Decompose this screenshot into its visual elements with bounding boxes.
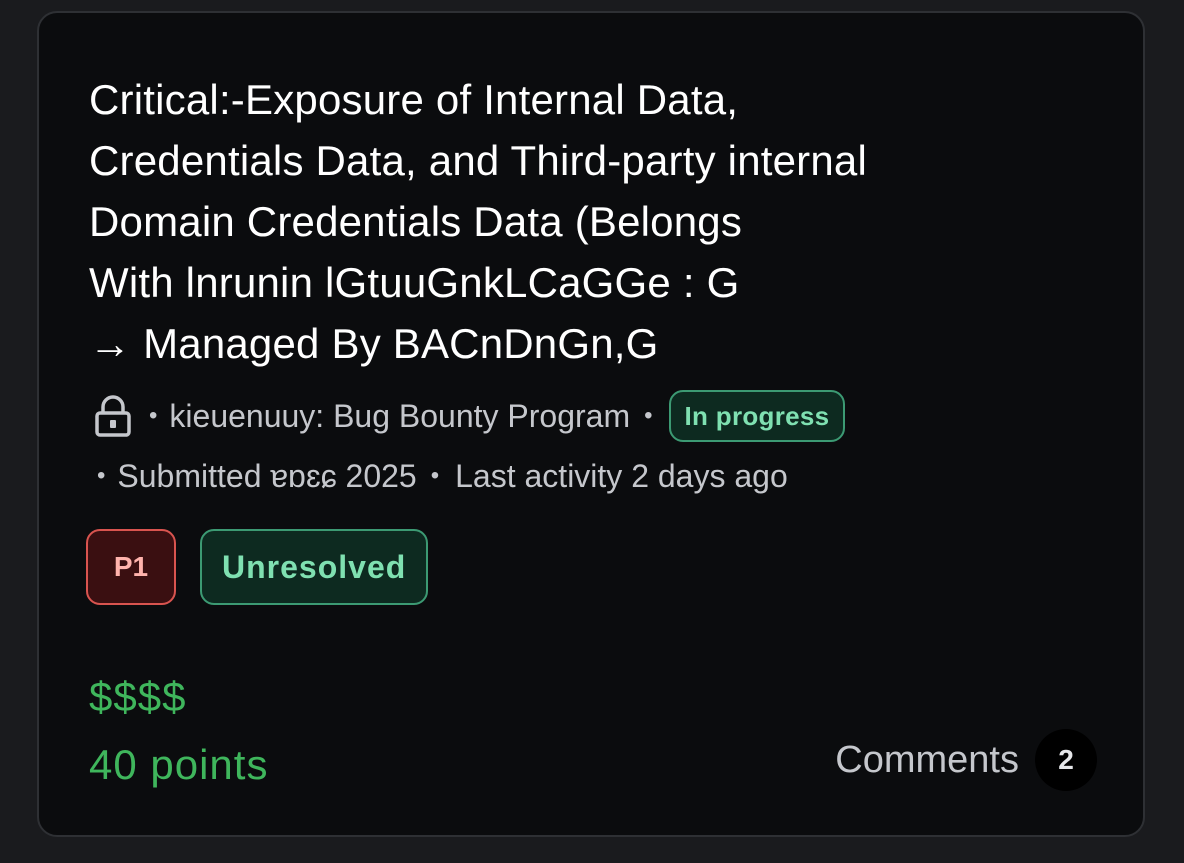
- bounty-amount: $$$$: [89, 673, 187, 720]
- report-tags: P1 Unresolved: [86, 529, 429, 605]
- report-card[interactable]: Critical:-Exposure of Internal Data, Cre…: [37, 11, 1145, 837]
- points-value: 40 points: [89, 741, 269, 788]
- bounty-info: $$$$ 40 points: [89, 663, 268, 799]
- report-dates-row: • Submitted ɐɒɛɕ 2025 • Last activity 2 …: [97, 453, 788, 499]
- submitted-date: Submitted ɐɒɛɕ 2025: [117, 457, 417, 494]
- comments-count-badge: 2: [1035, 729, 1097, 791]
- state-badge: Unresolved: [200, 529, 429, 605]
- report-title-line: → Managed By BACnDnGn,G: [89, 320, 659, 367]
- program-name[interactable]: kieuenuuy: Bug Bounty Program: [169, 398, 630, 435]
- report-meta-row: • kieuenuuy: Bug Bounty Program • In pro…: [93, 389, 846, 443]
- separator-dot: •: [644, 402, 653, 429]
- comments-link[interactable]: Comments 2: [835, 729, 1097, 791]
- status-badge: In progress: [668, 390, 846, 442]
- comments-label: Comments: [835, 738, 1019, 781]
- report-title-line: Credentials Data, and Third-party intern…: [89, 137, 868, 184]
- priority-badge: P1: [86, 529, 176, 605]
- separator-dot: •: [430, 462, 440, 489]
- separator-dot: •: [149, 402, 158, 429]
- report-title-line: Domain Credentials Data (Belongs: [89, 198, 743, 245]
- last-activity: Last activity 2 days ago: [455, 457, 788, 494]
- report-title-line: With lnrunin lGtuuGnkLCaGGe : G: [89, 259, 740, 306]
- report-title[interactable]: Critical:-Exposure of Internal Data, Cre…: [89, 69, 1089, 374]
- separator-dot: •: [97, 462, 106, 489]
- report-title-line: Critical:-Exposure of Internal Data,: [89, 76, 739, 123]
- lock-icon: [93, 395, 133, 437]
